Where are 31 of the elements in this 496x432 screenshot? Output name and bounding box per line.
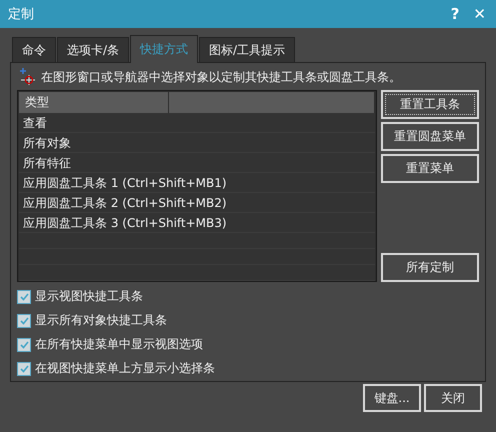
keyboard-button[interactable]: 键盘... bbox=[363, 384, 421, 412]
crosshair-icon bbox=[19, 68, 37, 86]
reset-button[interactable]: 重置工具条 bbox=[381, 90, 479, 119]
table-row[interactable]: 应用圆盘工具条 3 (Ctrl+Shift+MB3) bbox=[19, 213, 376, 233]
checkbox[interactable] bbox=[17, 314, 31, 328]
instruction-text: 在图形窗口或导航器中选择对象以定制其快捷工具条或圆盘工具条。 bbox=[41, 68, 401, 86]
all-customizations-button[interactable]: 所有定制 bbox=[381, 253, 479, 282]
tab[interactable]: 选项卡/条 bbox=[57, 37, 130, 63]
table-row[interactable]: 应用圆盘工具条 1 (Ctrl+Shift+MB1) bbox=[19, 173, 376, 193]
check-icon bbox=[20, 340, 28, 348]
check-icon bbox=[20, 316, 28, 324]
check-icon bbox=[20, 364, 28, 372]
table-row[interactable]: 所有特征 bbox=[19, 153, 376, 173]
checkbox-label: 显示所有对象快捷工具条 bbox=[35, 312, 167, 329]
reset-button[interactable]: 重置圆盘菜单 bbox=[381, 122, 479, 151]
tab[interactable]: 命令 bbox=[12, 37, 56, 63]
reset-button[interactable]: 重置菜单 bbox=[381, 154, 479, 183]
close-dialog-button[interactable]: 关闭 bbox=[424, 384, 482, 412]
window-title: 定制 bbox=[8, 6, 35, 23]
checkbox-label: 在所有快捷菜单中显示视图选项 bbox=[35, 336, 203, 353]
table-row[interactable]: 查看 bbox=[19, 113, 376, 133]
table-row[interactable]: 所有对象 bbox=[19, 133, 376, 153]
checkbox[interactable] bbox=[17, 362, 31, 376]
tab[interactable]: 图标/工具提示 bbox=[199, 37, 296, 63]
checkbox[interactable] bbox=[17, 290, 31, 304]
column-header[interactable]: 类型 bbox=[19, 92, 169, 113]
checkbox-label: 在视图快捷菜单上方显示小选择条 bbox=[35, 360, 215, 377]
check-icon bbox=[20, 292, 28, 300]
checkbox-label: 显示视图快捷工具条 bbox=[35, 288, 143, 305]
table-row[interactable]: 应用圆盘工具条 2 (Ctrl+Shift+MB2) bbox=[19, 193, 376, 213]
checkbox[interactable] bbox=[17, 338, 31, 352]
